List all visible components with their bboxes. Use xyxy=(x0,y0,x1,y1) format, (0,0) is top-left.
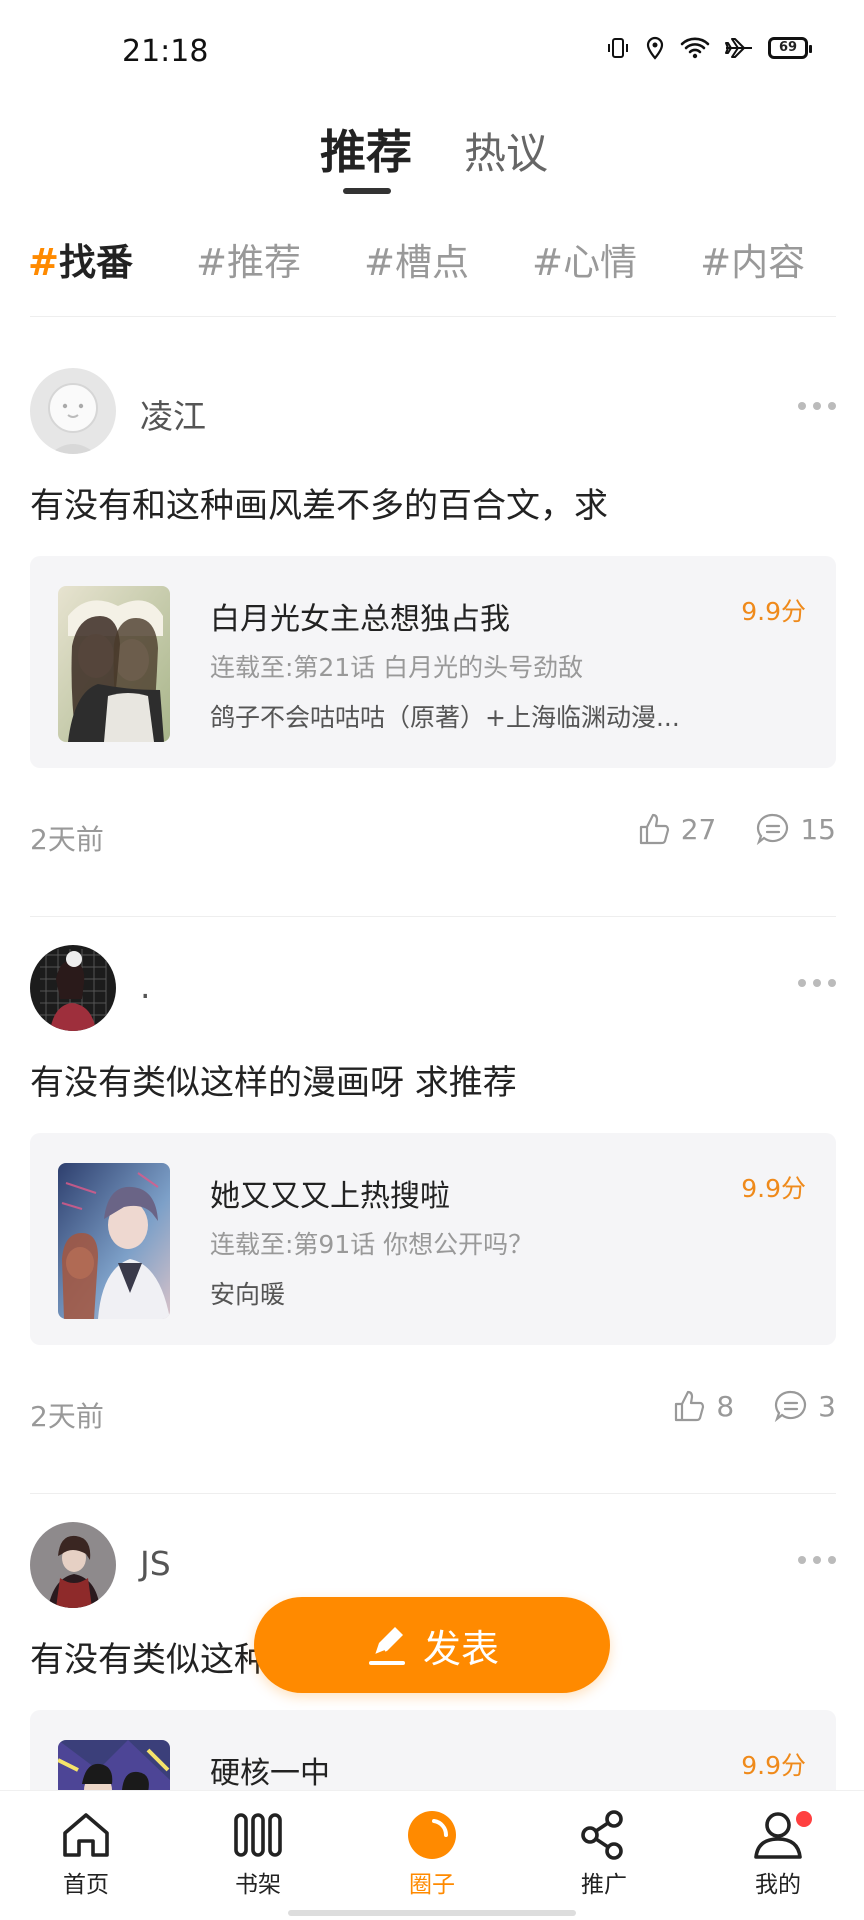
hashtag-complaints[interactable]: #槽点 xyxy=(364,232,469,292)
share-icon xyxy=(581,1810,623,1860)
hashtag-mood[interactable]: #心情 xyxy=(532,232,637,292)
hashtag-recommend[interactable]: #推荐 xyxy=(196,232,301,292)
hashtag-hash: # xyxy=(700,241,732,284)
hashtag-hash: # xyxy=(28,241,60,284)
nav-promote[interactable]: 推广 xyxy=(544,1791,664,1920)
comment-icon xyxy=(757,813,789,846)
hashtag-bar: #找番 #推荐 #槽点 #心情 #内容 xyxy=(28,232,848,292)
book-score: 9.9分 xyxy=(741,1174,806,1203)
post-text[interactable]: 有没有类似这种 xyxy=(30,1632,268,1681)
post-text[interactable]: 有没有和这种画风差不多的百合文，求 xyxy=(30,478,608,527)
divider xyxy=(30,316,836,317)
nav-label: 我的 xyxy=(755,1872,801,1898)
home-icon xyxy=(63,1813,109,1857)
nav-profile[interactable]: 我的 xyxy=(718,1791,838,1920)
post-stats: 8 3 xyxy=(632,1389,836,1423)
more-icon[interactable] xyxy=(798,1556,836,1564)
hashtag-label: 内容 xyxy=(731,241,806,284)
bookshelf-icon xyxy=(234,1813,282,1857)
hashtag-label: 找番 xyxy=(59,241,134,284)
tab-recommend[interactable]: 推荐 xyxy=(320,116,412,182)
notification-badge xyxy=(796,1811,812,1827)
avatar[interactable] xyxy=(30,945,116,1031)
post-header: . xyxy=(28,945,836,1031)
like-button[interactable]: 27 xyxy=(637,812,717,846)
book-author: 鸽子不会咕咕咕（原著）+上海临渊动漫... xyxy=(210,703,680,732)
airplane-icon xyxy=(725,38,752,58)
status-time: 21:18 xyxy=(122,34,209,69)
publish-label: 发表 xyxy=(422,1626,499,1671)
like-count: 27 xyxy=(680,812,717,846)
hashtag-label: 推荐 xyxy=(227,241,302,284)
thumbs-up-icon xyxy=(639,813,669,845)
status-icons: 69 xyxy=(606,36,812,60)
book-score: 9.9分 xyxy=(741,597,806,626)
nav-label: 推广 xyxy=(581,1872,627,1898)
pen-icon xyxy=(368,1627,405,1665)
home-indicator xyxy=(288,1910,576,1916)
book-title: 硬核一中 xyxy=(210,1756,330,1791)
like-button[interactable]: 8 xyxy=(672,1389,734,1423)
nav-label: 首页 xyxy=(63,1872,109,1898)
post-text[interactable]: 有没有类似这样的漫画呀 求推荐 xyxy=(30,1055,517,1104)
publish-button[interactable]: 发表 xyxy=(254,1597,610,1693)
tab-hot-discussion[interactable]: 热议 xyxy=(464,120,548,181)
comment-icon xyxy=(774,1390,807,1423)
hashtag-find-anime[interactable]: #找番 xyxy=(28,232,133,292)
username[interactable]: JS xyxy=(140,1544,171,1583)
post-footer: 2天前 8 3 xyxy=(30,1387,836,1437)
nav-home[interactable]: 首页 xyxy=(26,1791,146,1920)
thumbs-up-icon xyxy=(675,1390,705,1422)
nav-circle[interactable]: 圈子 xyxy=(372,1791,492,1920)
book-author: 安向暖 xyxy=(210,1280,286,1309)
book-title: 白月光女主总想独占我 xyxy=(210,602,510,637)
post-time: 2天前 xyxy=(30,823,104,856)
more-icon[interactable] xyxy=(798,979,836,987)
book-title: 她又又又上热搜啦 xyxy=(210,1179,450,1214)
avatar[interactable] xyxy=(30,368,116,454)
post-header: 凌江 xyxy=(28,368,836,454)
vibrate-icon xyxy=(608,38,628,58)
post-stats: 27 15 xyxy=(597,812,836,846)
username[interactable]: 凌江 xyxy=(140,390,206,438)
bottom-nav: 首页 书架 圈子 推广 我的 xyxy=(0,1790,864,1920)
comment-count: 3 xyxy=(818,1389,836,1423)
book-score: 9.9分 xyxy=(741,1751,806,1780)
book-progress: 连载至:第91话 你想公开吗？ xyxy=(210,1230,534,1259)
comment-count: 15 xyxy=(800,812,836,846)
book-card[interactable]: 她又又又上热搜啦 连载至:第91话 你想公开吗？ 安向暖 9.9分 xyxy=(30,1133,836,1345)
divider xyxy=(30,916,836,917)
divider xyxy=(30,1493,836,1494)
post-footer: 2天前 27 15 xyxy=(30,810,836,860)
post-time: 2天前 xyxy=(30,1400,104,1433)
like-count: 8 xyxy=(716,1389,735,1423)
book-cover[interactable] xyxy=(58,1163,170,1319)
username[interactable]: . xyxy=(140,967,151,1006)
status-bar: 21:18 69 xyxy=(0,0,864,100)
more-icon[interactable] xyxy=(798,402,836,410)
nav-label: 圈子 xyxy=(409,1872,455,1898)
hashtag-hash: # xyxy=(532,241,564,284)
tab-indicator xyxy=(343,188,391,194)
nav-label: 书架 xyxy=(235,1872,281,1898)
hashtag-label: 槽点 xyxy=(395,241,470,284)
avatar[interactable] xyxy=(30,1522,116,1608)
location-icon xyxy=(646,36,664,60)
wifi-icon xyxy=(680,37,710,59)
circle-icon xyxy=(408,1811,456,1859)
hashtag-hash: # xyxy=(364,241,396,284)
comment-button[interactable]: 15 xyxy=(756,812,836,846)
book-cover[interactable] xyxy=(58,586,170,742)
nav-bookshelf[interactable]: 书架 xyxy=(198,1791,318,1920)
hashtag-content[interactable]: #内容 xyxy=(700,232,805,292)
comment-button[interactable]: 3 xyxy=(774,1389,836,1423)
hashtag-label: 心情 xyxy=(563,241,638,284)
top-tabs: 推荐 热议 xyxy=(0,110,864,200)
book-progress: 连载至:第21话 白月光的头号劲敌 xyxy=(210,653,584,682)
post-header: JS xyxy=(28,1522,836,1608)
battery-icon: 69 xyxy=(768,37,812,59)
book-card[interactable]: 白月光女主总想独占我 连载至:第21话 白月光的头号劲敌 鸽子不会咕咕咕（原著）… xyxy=(30,556,836,768)
hashtag-hash: # xyxy=(196,241,228,284)
